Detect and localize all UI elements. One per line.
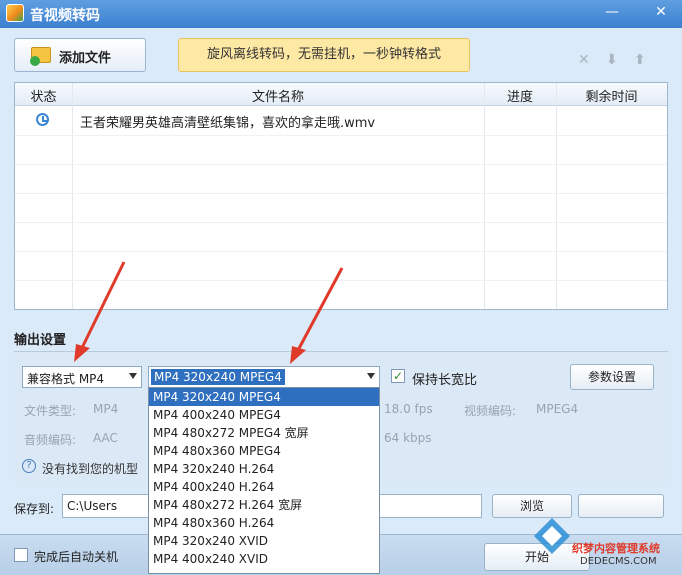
dropdown-option[interactable]: MP4 480x360 H.264 bbox=[149, 514, 379, 532]
watermark-logo bbox=[534, 518, 570, 554]
annotation-arrow-icon bbox=[74, 261, 126, 362]
app-icon bbox=[6, 4, 24, 22]
annotation-arrow-icon bbox=[290, 267, 344, 364]
dropdown-option[interactable]: MP4 400x240 XVID bbox=[149, 550, 379, 568]
dropdown-option[interactable]: MP4 400x240 MPEG4 bbox=[149, 406, 379, 424]
empty-row bbox=[15, 222, 667, 252]
device-hint-link[interactable]: 没有找到您的机型 bbox=[42, 460, 138, 477]
file-name-cell: 王者荣耀男英雄高清壁纸集锦，喜欢的拿走哦.wmv bbox=[80, 116, 376, 131]
watermark-title: 织梦内容管理系统 bbox=[572, 542, 660, 555]
param-settings-button[interactable]: 参数设置 bbox=[570, 364, 654, 390]
output-settings-label: 输出设置 bbox=[14, 333, 67, 348]
format-select[interactable]: 兼容格式 MP4 bbox=[22, 366, 142, 388]
header-status[interactable]: 状态 bbox=[15, 86, 72, 105]
auto-shutdown-label[interactable]: 完成后自动关机 bbox=[34, 548, 118, 565]
window-title: 音视频转码 bbox=[30, 8, 100, 24]
empty-row bbox=[15, 193, 667, 223]
video-codec-label: 视频编码: bbox=[464, 404, 517, 418]
dropdown-option[interactable]: MP4 480x360 MPEG4 bbox=[149, 442, 379, 460]
close-button[interactable]: ✕ bbox=[640, 0, 682, 24]
preset-value: MP4 320x240 MPEG4 bbox=[151, 369, 285, 385]
dropdown-option[interactable]: MP4 400x240 H.264 bbox=[149, 478, 379, 496]
preset-select[interactable]: MP4 320x240 MPEG4 bbox=[148, 366, 380, 388]
dropdown-option[interactable]: MP4 480x272 H.264 宽屏 bbox=[149, 496, 379, 514]
header-progress[interactable]: 进度 bbox=[484, 86, 556, 105]
bitrate-value: 64 kbps bbox=[384, 431, 432, 445]
header-file-name[interactable]: 文件名称 bbox=[72, 86, 484, 105]
add-folder-icon bbox=[30, 47, 51, 66]
clock-icon bbox=[36, 113, 49, 126]
preset-dropdown-list: MP4 320x240 MPEG4 MP4 400x240 MPEG4 MP4 … bbox=[148, 387, 380, 574]
header-remaining[interactable]: 剩余时间 bbox=[556, 86, 667, 105]
fps-value: 18.0 fps bbox=[384, 402, 433, 416]
empty-row bbox=[15, 164, 667, 194]
add-file-label: 添加文件 bbox=[59, 51, 112, 66]
file-type-value: MP4 bbox=[93, 402, 119, 416]
dropdown-option[interactable]: MP4 320x240 H.264 bbox=[149, 460, 379, 478]
empty-row bbox=[15, 135, 667, 165]
file-type-label: 文件类型: bbox=[24, 404, 77, 418]
audio-codec-label: 音频编码: bbox=[24, 433, 77, 447]
minimize-button[interactable]: — bbox=[598, 0, 626, 24]
keep-ratio-checkbox[interactable]: ✓ bbox=[391, 369, 405, 383]
chevron-down-icon bbox=[129, 373, 137, 379]
audio-codec-value: AAC bbox=[93, 431, 118, 445]
add-file-button[interactable]: 添加文件 bbox=[14, 38, 146, 72]
chevron-down-icon bbox=[367, 373, 375, 379]
table-row[interactable]: 王者荣耀男英雄高清壁纸集锦，喜欢的拿走哦.wmv bbox=[15, 106, 667, 136]
auto-shutdown-checkbox[interactable] bbox=[14, 548, 28, 562]
delete-icon[interactable]: ✕ bbox=[578, 52, 590, 68]
table-header: 状态 文件名称 进度 剩余时间 bbox=[15, 83, 667, 106]
dropdown-option[interactable]: MP4 320x240 MPEG4 bbox=[149, 388, 379, 406]
watermark-url: DEDECMS.COM bbox=[580, 556, 657, 567]
save-to-label: 保存到: bbox=[14, 502, 55, 516]
move-up-icon[interactable]: ⬆ bbox=[634, 52, 646, 68]
save-path-value: C:\Users bbox=[67, 499, 118, 513]
video-codec-value: MPEG4 bbox=[536, 402, 579, 416]
open-folder-button[interactable] bbox=[578, 494, 664, 518]
format-value: 兼容格式 MP4 bbox=[27, 372, 105, 386]
help-icon[interactable]: ? bbox=[22, 459, 36, 473]
dropdown-option[interactable]: MP4 320x240 XVID bbox=[149, 532, 379, 550]
dropdown-option[interactable]: MP4 480x272 MPEG4 宽屏 bbox=[149, 424, 379, 442]
keep-ratio-label[interactable]: 保持长宽比 bbox=[412, 369, 477, 388]
promo-banner[interactable]: 旋风离线转码，无需挂机，一秒钟转格式 bbox=[178, 38, 470, 72]
move-down-icon[interactable]: ⬇ bbox=[606, 52, 618, 68]
converter-window: 音视频转码 — ✕ 添加文件 旋风离线转码，无需挂机，一秒钟转格式 ✕ ⬇ ⬆ … bbox=[0, 0, 682, 575]
title-bar: 音视频转码 — ✕ bbox=[0, 0, 682, 28]
